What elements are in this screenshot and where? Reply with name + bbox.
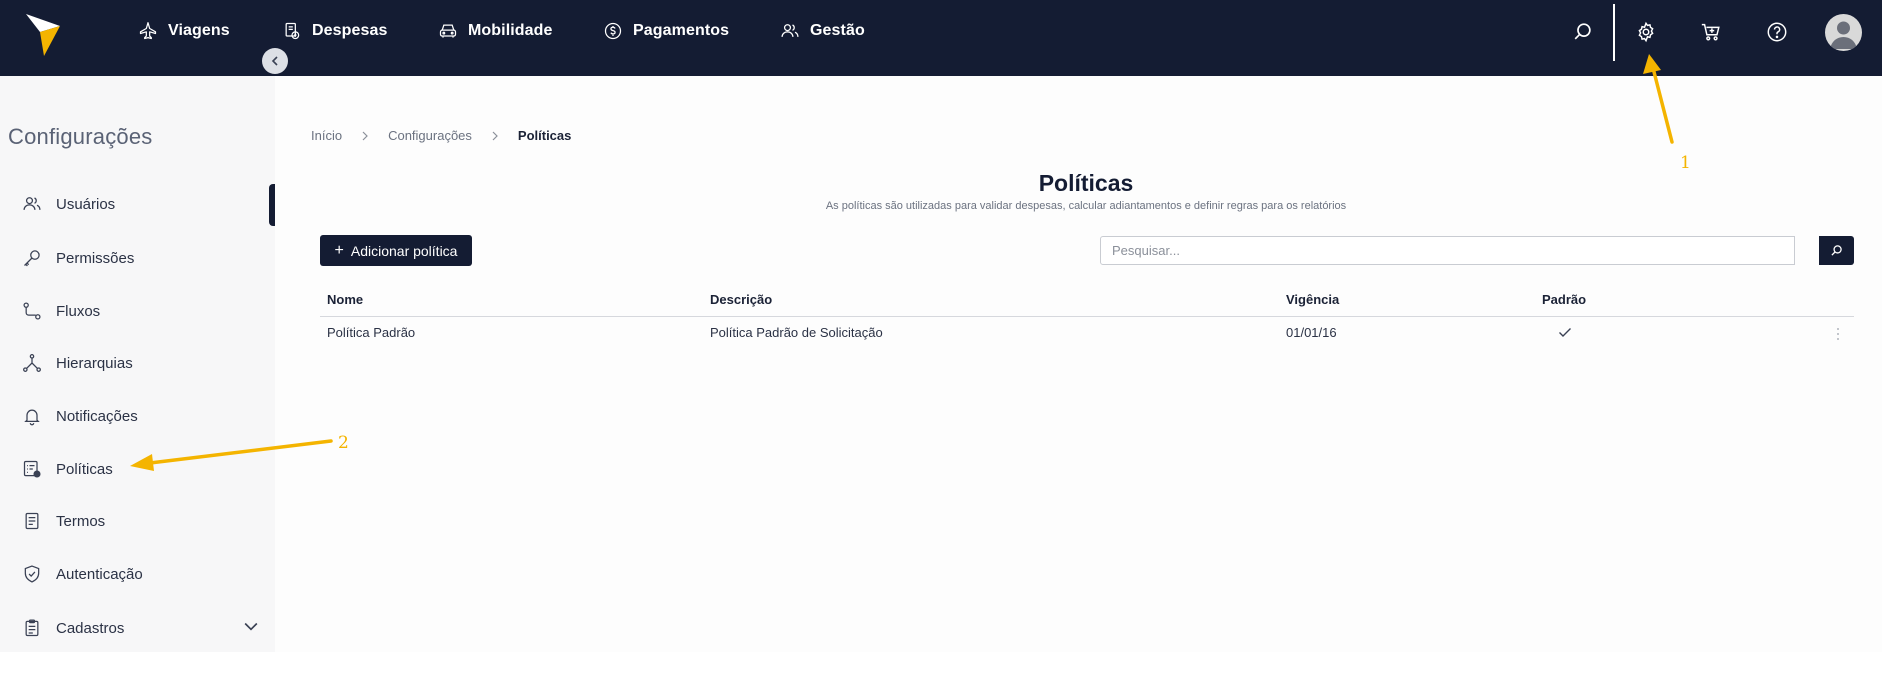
users-icon xyxy=(23,197,41,210)
nav-viagens[interactable]: Viagens xyxy=(138,18,230,44)
sidebar-item-fluxos[interactable]: Fluxos xyxy=(22,299,100,323)
settings-sidebar: Configurações Usuários Permissões Fluxos… xyxy=(0,76,275,652)
table-header-divider xyxy=(320,316,1854,317)
nav-despesas[interactable]: Despesas xyxy=(282,18,388,44)
sidebar-item-label: Autenticação xyxy=(56,565,143,583)
user-icon xyxy=(1830,21,1857,49)
user-avatar[interactable] xyxy=(1825,14,1862,51)
sidebar-item-label: Usuários xyxy=(56,195,116,213)
nav-mobilidade[interactable]: Mobilidade xyxy=(438,18,553,44)
plane-icon xyxy=(139,22,157,40)
page-subtitle: As políticas são utilizadas para validar… xyxy=(825,200,1347,212)
sidebar-item-politicas[interactable]: Políticas xyxy=(22,457,113,481)
top-divider xyxy=(1613,4,1615,61)
nav-label: Viagens xyxy=(168,22,230,39)
car-icon xyxy=(439,24,457,38)
column-header-padrao[interactable]: Padrão xyxy=(1542,292,1586,307)
chevron-down-icon[interactable] xyxy=(241,616,261,636)
sidebar-item-termos[interactable]: Termos xyxy=(22,509,105,533)
more-options-icon[interactable] xyxy=(1833,326,1843,342)
users-icon xyxy=(781,24,799,37)
settings-button[interactable] xyxy=(1633,19,1659,45)
page-title: Políticas xyxy=(1038,170,1134,196)
nav-gestao[interactable]: Gestão xyxy=(780,18,865,44)
column-header-vigencia[interactable]: Vigência xyxy=(1286,292,1339,307)
flow-icon xyxy=(23,302,41,320)
main-content: Início Configurações Políticas Políticas… xyxy=(275,76,1882,652)
breadcrumb-home[interactable]: Início xyxy=(311,128,342,143)
dollar-icon xyxy=(604,22,622,40)
annotation-number-1: 1 xyxy=(1680,153,1691,173)
nav-label: Gestão xyxy=(810,22,865,39)
gear-icon xyxy=(1638,21,1654,43)
sidebar-item-label: Termos xyxy=(56,512,106,530)
sidebar-item-usuarios[interactable]: Usuários xyxy=(22,192,115,216)
cell-nome[interactable]: Política Padrão xyxy=(327,325,415,340)
cart-button[interactable] xyxy=(1698,19,1724,45)
breadcrumb-configuracoes[interactable]: Configurações xyxy=(388,128,472,143)
shield-icon xyxy=(24,565,40,583)
nav-label: Despesas xyxy=(312,22,388,39)
sidebar-item-label: Notificações xyxy=(56,407,138,425)
collapse-sidebar-button[interactable] xyxy=(262,48,288,74)
hierarchy-icon xyxy=(23,354,41,372)
help-button[interactable] xyxy=(1764,19,1790,45)
search-icon xyxy=(1831,245,1842,256)
sidebar-item-autenticacao[interactable]: Autenticação xyxy=(22,562,143,586)
policy-icon xyxy=(23,460,41,478)
cell-vigencia: 01/01/16 xyxy=(1286,325,1337,340)
cell-descricao: Política Padrão de Solicitação xyxy=(710,325,883,340)
clipboard-icon xyxy=(25,619,39,637)
check-icon xyxy=(1559,328,1571,337)
key-icon xyxy=(24,250,40,267)
sidebar-title: Configurações xyxy=(8,124,153,149)
sidebar-item-label: Políticas xyxy=(56,460,113,478)
breadcrumb-current: Políticas xyxy=(517,128,572,143)
chevron-left-icon xyxy=(271,56,278,66)
search-input[interactable] xyxy=(1100,236,1795,265)
nav-label: Pagamentos xyxy=(633,22,730,39)
column-header-descricao[interactable]: Descrição xyxy=(710,292,772,307)
search-button[interactable] xyxy=(1819,236,1854,265)
chevron-right-icon xyxy=(362,131,368,140)
sidebar-item-notificacoes[interactable]: Notificações xyxy=(22,404,138,428)
column-header-nome[interactable]: Nome xyxy=(327,292,363,307)
breadcrumb: Início Configurações Políticas xyxy=(311,128,571,143)
nav-pagamentos[interactable]: Pagamentos xyxy=(603,18,729,44)
cart-icon xyxy=(1701,23,1720,41)
sidebar-item-label: Fluxos xyxy=(56,302,101,320)
add-policy-button[interactable]: + Adicionar política xyxy=(320,235,472,266)
sidebar-item-label: Cadastros xyxy=(56,619,125,637)
sidebar-item-permissoes[interactable]: Permissões xyxy=(22,246,134,270)
nav-label: Mobilidade xyxy=(468,22,553,39)
sidebar-item-label: Hierarquias xyxy=(56,354,133,372)
bell-icon xyxy=(24,409,40,426)
receipt-icon xyxy=(285,22,300,40)
sidebar-item-hierarquias[interactable]: Hierarquias xyxy=(22,351,133,375)
sidebar-item-label: Permissões xyxy=(56,249,135,267)
plus-icon: + xyxy=(334,241,344,259)
chevron-right-icon xyxy=(492,131,498,140)
logo-icon[interactable] xyxy=(26,12,60,56)
search-icon xyxy=(1574,23,1591,40)
document-icon xyxy=(25,512,39,530)
top-search-button[interactable] xyxy=(1570,19,1596,45)
help-icon xyxy=(1767,22,1787,42)
add-policy-label: Adicionar política xyxy=(350,242,458,259)
annotation-number-2: 2 xyxy=(338,433,349,453)
sidebar-item-cadastros[interactable]: Cadastros xyxy=(22,616,262,640)
